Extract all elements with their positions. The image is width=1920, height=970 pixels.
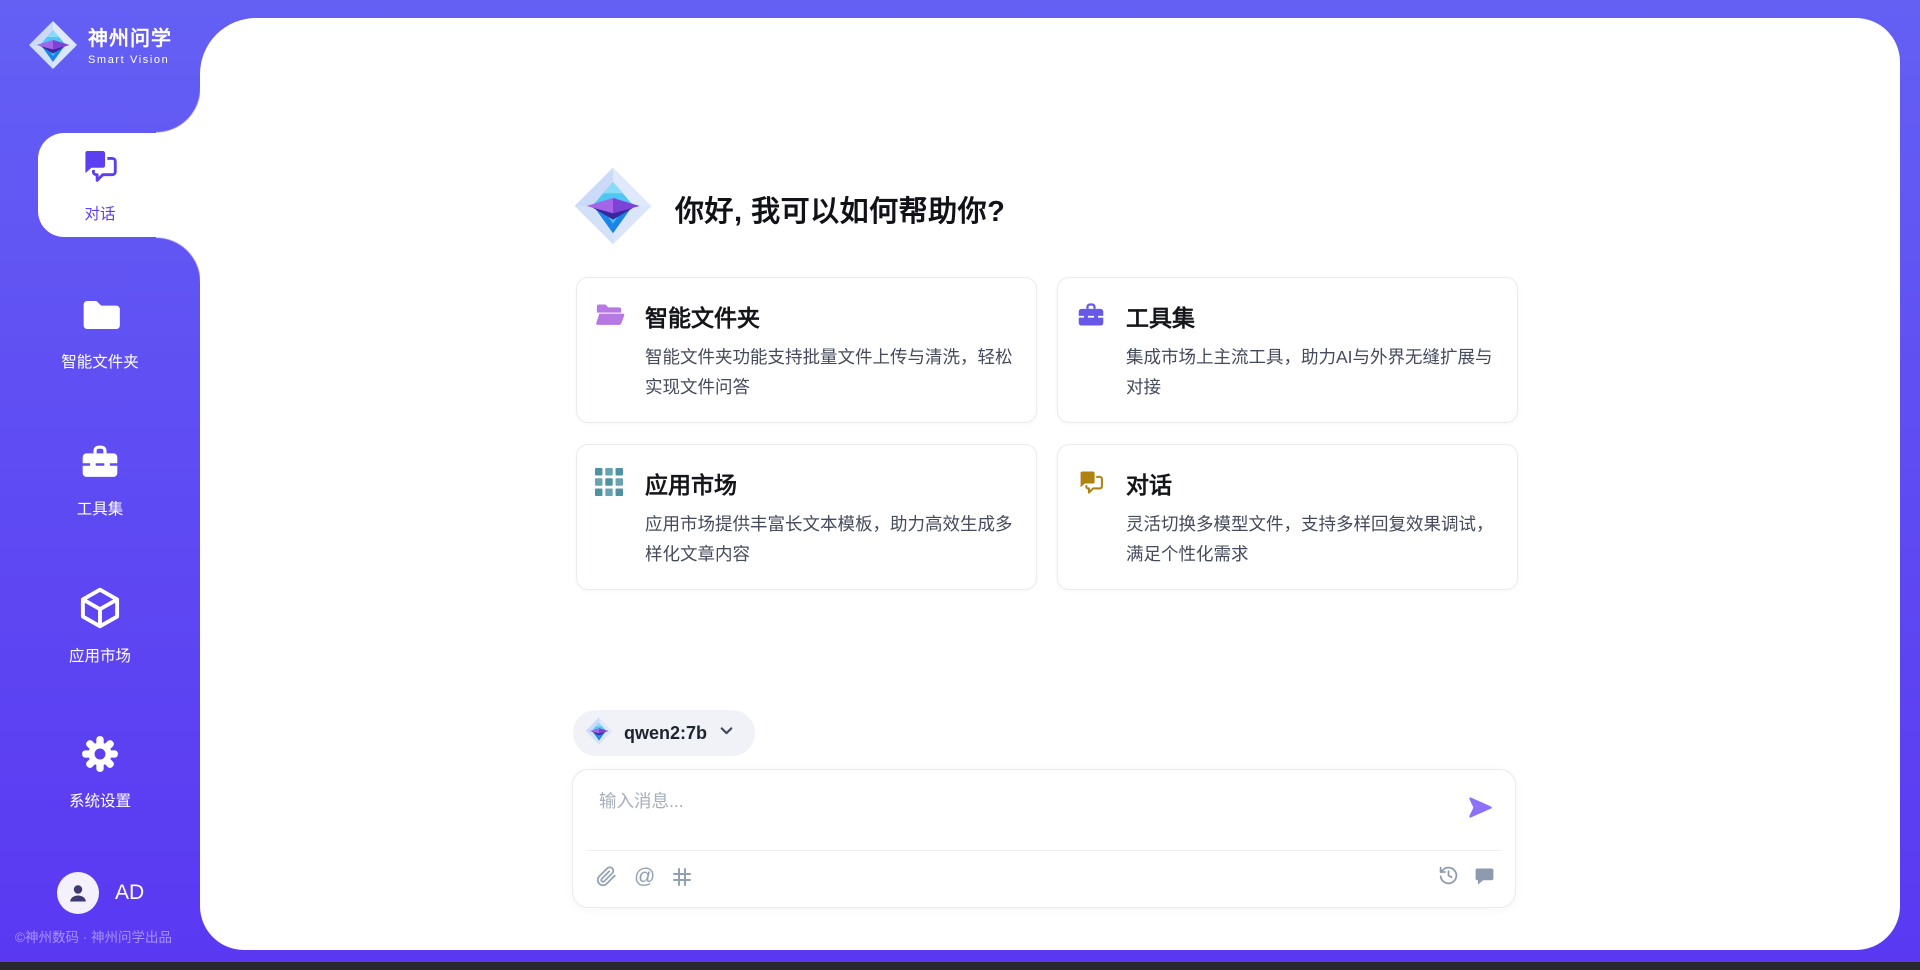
sidebar-item-label: 应用市场 (69, 644, 131, 666)
sidebar-item-label: 对话 (84, 202, 115, 224)
chat-bubbles-icon (79, 146, 121, 193)
greeting-row: 你好, 我可以如何帮助你? (573, 166, 1005, 251)
card-title: 智能文件夹 (645, 299, 1019, 333)
sidebar-item-label: 系统设置 (69, 789, 131, 811)
model-diamond-icon (585, 717, 613, 750)
card-toolset[interactable]: 工具集 集成市场上主流工具，助力AI与外界无缝扩展与对接 (1057, 277, 1518, 423)
composer-divider (586, 850, 1502, 851)
briefcase-icon (79, 441, 121, 488)
grid-icon (595, 468, 625, 569)
avatar[interactable] (57, 872, 99, 914)
sidebar-item-label: 智能文件夹 (61, 350, 139, 372)
card-smart-folder[interactable]: 智能文件夹 智能文件夹功能支持批量文件上传与清洗，轻松实现文件问答 (576, 277, 1037, 423)
sidebar-item-app-market[interactable]: 应用市场 (0, 586, 200, 666)
user-profile[interactable]: AD (57, 872, 144, 914)
card-app-market[interactable]: 应用市场 应用市场提供丰富长文本模板，助力高效生成多样化文章内容 (576, 444, 1037, 590)
model-selector[interactable]: qwen2:7b (573, 710, 755, 756)
attachment-icon[interactable] (596, 865, 617, 888)
model-name: qwen2:7b (624, 723, 707, 744)
folder-open-icon (595, 301, 625, 402)
cube-icon (78, 586, 122, 635)
card-description: 应用市场提供丰富长文本模板，助力高效生成多样化文章内容 (645, 509, 1019, 569)
card-title: 工具集 (1126, 299, 1500, 333)
message-composer: @ (572, 769, 1516, 908)
chevron-down-icon (718, 722, 735, 744)
greeting-title: 你好, 我可以如何帮助你? (675, 188, 1005, 230)
hashtag-icon[interactable] (672, 867, 692, 887)
sidebar-item-label: 工具集 (77, 497, 124, 519)
brand-diamond-icon (28, 20, 78, 75)
sidebar-item-settings[interactable]: 系统设置 (0, 733, 200, 811)
card-chat[interactable]: 对话 灵活切换多模型文件，支持多样回复效果调试，满足个性化需求 (1057, 444, 1518, 590)
card-title: 对话 (1126, 466, 1500, 500)
brand-logo[interactable]: 神州问学 Smart Vision (28, 20, 172, 75)
send-icon[interactable] (1463, 790, 1497, 824)
chat-bubble-icon[interactable] (1474, 865, 1495, 886)
user-initials: AD (115, 881, 144, 905)
brand-tagline: Smart Vision (88, 54, 172, 67)
folder-icon (79, 294, 121, 341)
card-description: 集成市场上主流工具，助力AI与外界无缝扩展与对接 (1126, 342, 1500, 402)
mention-icon[interactable]: @ (634, 866, 655, 888)
history-icon[interactable] (1438, 865, 1459, 886)
card-title: 应用市场 (645, 466, 1019, 500)
sidebar-item-smart-folder[interactable]: 智能文件夹 (0, 294, 200, 372)
gear-icon (79, 733, 121, 780)
sidebar: 神州问学 Smart Vision 对话 智能文件夹 (0, 0, 200, 970)
person-icon (66, 881, 90, 905)
sidebar-item-toolset[interactable]: 工具集 (0, 441, 200, 519)
feature-cards: 智能文件夹 智能文件夹功能支持批量文件上传与清洗，轻松实现文件问答 工具集 集成… (576, 277, 1518, 590)
message-input[interactable] (597, 786, 1451, 846)
card-description: 灵活切换多模型文件，支持多样回复效果调试，满足个性化需求 (1126, 509, 1500, 569)
chat-bubbles-icon (1076, 468, 1106, 569)
assistant-diamond-icon (573, 166, 653, 251)
bottom-edge-bar (0, 962, 1920, 970)
copyright-text: ©神州数码 · 神州问学出品 (15, 926, 172, 946)
briefcase-icon (1076, 301, 1106, 402)
sidebar-item-chat[interactable]: 对话 (0, 146, 200, 224)
card-description: 智能文件夹功能支持批量文件上传与清洗，轻松实现文件问答 (645, 342, 1019, 402)
brand-name: 神州问学 (88, 28, 172, 51)
